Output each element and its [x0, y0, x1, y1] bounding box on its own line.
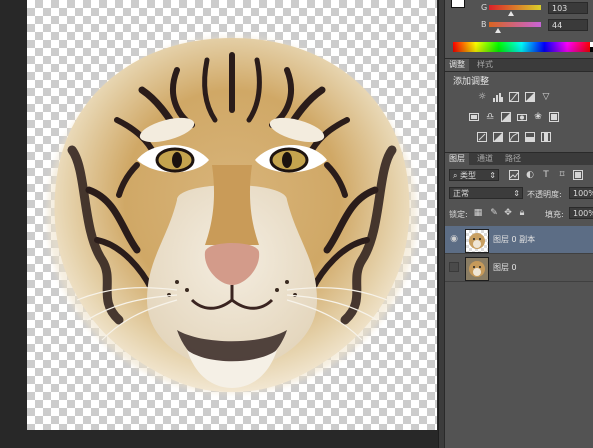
right-panel-column: G 103 B 44 调整 样式 添加调整 ☼ ▽ ♎ ❀ 图层 通道 路径 ⌕…	[438, 0, 593, 448]
filter-kind-label: 类型	[460, 171, 477, 180]
filter-pixel-icon[interactable]	[509, 170, 519, 180]
selective-color-icon[interactable]	[525, 132, 535, 142]
layer-row[interactable]: ◉ 图层 0 副本	[445, 226, 593, 254]
fill-field[interactable]: 100%	[569, 207, 593, 219]
tab-styles[interactable]: 样式	[473, 59, 497, 71]
chevron-down-icon: ⇕	[489, 171, 496, 180]
tab-channels[interactable]: 通道	[473, 153, 497, 165]
lock-label: 锁定:	[449, 210, 468, 219]
lock-position-icon[interactable]: ✥	[503, 208, 513, 218]
fill-label: 填充:	[545, 210, 564, 219]
exposure-icon[interactable]	[525, 92, 535, 102]
layers-panel: ⌕ 类型 ⇕ ◐ T ⌑ 正常 ⇕ 不透明度: 100% 锁定: ▦ ✎ ✥ 🔒…	[445, 165, 593, 448]
g-slider-thumb[interactable]	[508, 11, 514, 16]
gradient-map-icon[interactable]	[541, 132, 551, 142]
g-channel-label: G	[481, 3, 488, 12]
layers-tab-row: 图层 通道 路径	[445, 152, 593, 166]
photo-filter-icon[interactable]	[517, 112, 527, 122]
b-channel-slider[interactable]	[489, 22, 541, 27]
tab-layers[interactable]: 图层	[445, 153, 469, 165]
g-channel-slider[interactable]	[489, 5, 541, 10]
color-lookup-icon[interactable]	[549, 112, 559, 122]
channel-mixer-icon[interactable]: ❀	[533, 112, 543, 122]
layer-name[interactable]: 图层 0	[493, 254, 517, 282]
blend-mode-value: 正常	[453, 189, 469, 198]
b-slider-thumb[interactable]	[495, 28, 501, 33]
layer-thumbnail	[465, 257, 489, 281]
adjustments-panel: 添加调整 ☼ ▽ ♎ ❀	[445, 72, 593, 152]
black-white-icon[interactable]	[501, 112, 511, 122]
b-value-field[interactable]: 44	[548, 19, 588, 31]
g-value-field[interactable]: 103	[548, 2, 588, 14]
layer-thumbnail	[465, 229, 489, 253]
filter-type-icon[interactable]: T	[541, 170, 551, 180]
layer-filter-select[interactable]: ⌕ 类型 ⇕	[449, 169, 499, 181]
color-panel: G 103 B 44	[445, 0, 593, 58]
canvas-workspace	[0, 0, 438, 448]
opacity-field[interactable]: 100%	[569, 187, 593, 199]
vibrance-icon[interactable]: ▽	[541, 92, 551, 102]
tab-adjustments[interactable]: 调整	[445, 59, 469, 71]
color-spectrum-bar[interactable]	[453, 42, 593, 52]
levels-icon[interactable]	[493, 92, 503, 102]
document-canvas[interactable]	[27, 0, 437, 430]
filter-smart-object-icon[interactable]	[573, 170, 583, 180]
chevron-down-icon: ⇕	[513, 189, 520, 198]
color-balance-icon[interactable]: ♎	[485, 112, 495, 122]
brightness-contrast-icon[interactable]: ☼	[477, 92, 487, 102]
add-adjustment-title: 添加调整	[453, 77, 490, 87]
tiger-image	[47, 37, 417, 393]
curves-icon[interactable]	[509, 92, 519, 102]
visibility-toggle-empty[interactable]	[449, 262, 459, 272]
filter-adjustment-icon[interactable]: ◐	[525, 170, 535, 180]
workspace-bottom	[0, 430, 438, 448]
opacity-label: 不透明度:	[527, 190, 562, 199]
b-channel-label: B	[481, 20, 487, 29]
posterize-icon[interactable]	[493, 132, 503, 142]
layer-name[interactable]: 图层 0 副本	[493, 226, 535, 254]
search-icon: ⌕	[453, 171, 461, 180]
hue-saturation-icon[interactable]	[469, 112, 479, 122]
filter-shape-icon[interactable]: ⌑	[557, 170, 567, 180]
adjustments-tab-row: 调整 样式	[445, 58, 593, 72]
eye-icon[interactable]: ◉	[449, 234, 459, 244]
lock-all-icon[interactable]: 🔒︎	[517, 208, 527, 218]
blend-mode-select[interactable]: 正常 ⇕	[449, 187, 523, 199]
layer-row[interactable]: 图层 0	[445, 254, 593, 282]
invert-icon[interactable]	[477, 132, 487, 142]
lock-image-icon[interactable]: ✎	[489, 208, 499, 218]
tab-paths[interactable]: 路径	[501, 153, 525, 165]
threshold-icon[interactable]	[509, 132, 519, 142]
lock-transparent-icon[interactable]: ▦	[473, 208, 483, 218]
foreground-color-swatch[interactable]	[451, 0, 465, 8]
